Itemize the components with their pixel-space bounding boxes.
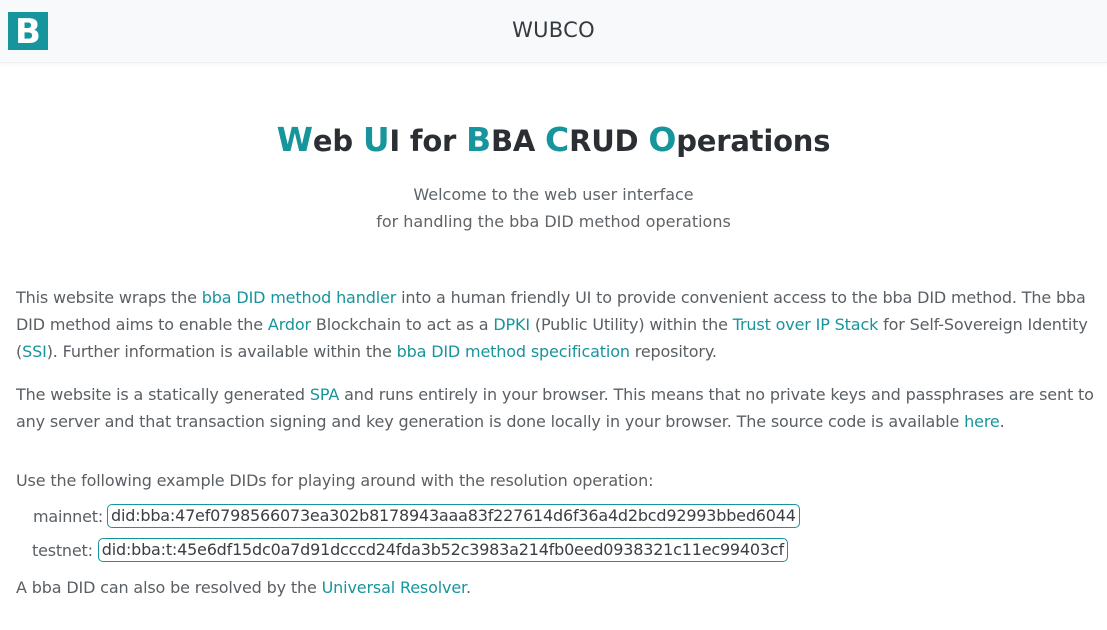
subtitle-line-2: for handling the bba DID method operatio… [376,212,731,231]
title-part: RUD [569,124,649,158]
text: (Public Utility) within the [529,315,733,334]
text: The website is a statically generated [16,385,310,404]
top-navbar: B WUBCO [0,0,1107,63]
mainnet-label: mainnet: [33,506,104,526]
testnet-did[interactable]: did:bba:t:45e6df15dc0a7d91dcccd24fda3b52… [97,538,788,562]
brand-title[interactable]: WUBCO [0,18,1107,42]
title-part: I for [389,124,467,158]
title-part: B [466,120,491,159]
dpki-link[interactable]: DPKI [493,315,530,334]
bba-did-spec-link[interactable]: bba DID method specification [397,342,630,361]
examples-intro: Use the following example DIDs for playi… [16,471,654,490]
text: . [999,412,1005,431]
page-title: Web UI for BBA CRUD Operations [0,120,1107,159]
text: This website wraps the [16,288,202,307]
text: A bba DID can also be resolved by the [16,578,322,597]
title-part: eb [312,124,363,158]
ssi-link[interactable]: SSI [22,342,47,361]
mainnet-row: mainnet: did:bba:47ef0798566073ea302b817… [33,504,800,528]
mainnet-did[interactable]: did:bba:47ef0798566073ea302b8178943aaa83… [107,504,800,528]
title-part: C [545,120,570,159]
text: ). Further information is available with… [46,342,397,361]
spa-link[interactable]: SPA [310,385,339,404]
title-part: W [276,120,313,159]
title-part: perations [676,124,831,158]
bba-did-method-handler-link[interactable]: bba DID method handler [202,288,396,307]
source-code-link[interactable]: here [964,412,1000,431]
text: Blockchain to act as a [310,315,494,334]
title-part: O [648,120,677,159]
title-part: U [362,120,390,159]
text: repository. [629,342,717,361]
trust-over-ip-link[interactable]: Trust over IP Stack [733,315,879,334]
intro-paragraph: This website wraps the bba DID method ha… [16,284,1101,365]
testnet-row: testnet: did:bba:t:45e6df15dc0a7d91dcccd… [32,538,788,562]
universal-resolver-link[interactable]: Universal Resolver [322,578,467,597]
ardor-link[interactable]: Ardor [268,315,311,334]
subtitle-line-1: Welcome to the web user interface [413,185,694,204]
title-part: BA [491,124,546,158]
resolver-paragraph: A bba DID can also be resolved by the Un… [16,574,1101,601]
text: . [466,578,471,597]
spa-paragraph: The website is a statically generated SP… [16,381,1101,435]
testnet-label: testnet: [32,540,93,560]
